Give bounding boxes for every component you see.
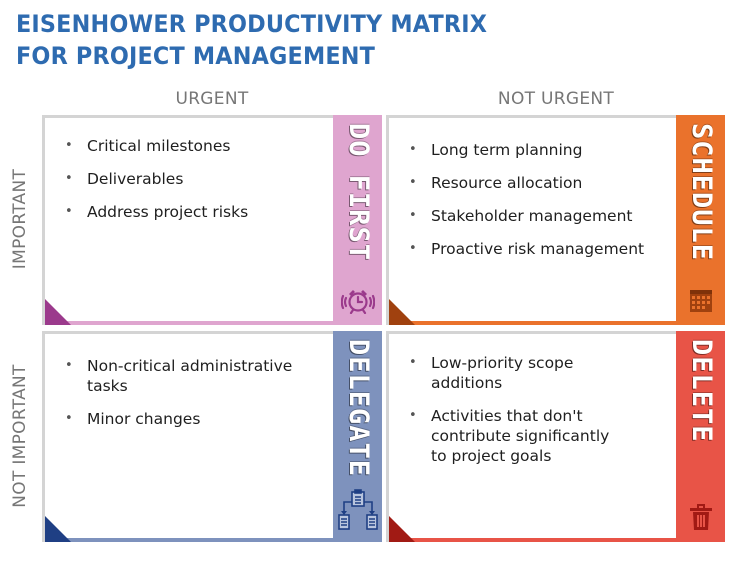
delete-label: DELETE: [685, 339, 717, 443]
delete-corner-accent: [389, 516, 415, 542]
schedule-sidebar: SCHEDULE: [676, 115, 725, 325]
delete-sidebar: DELETE: [676, 331, 725, 542]
delegate-label: DELEGATE: [342, 339, 374, 478]
delegate-bottom-bar: [45, 538, 382, 542]
list-item: Long term planning: [407, 140, 669, 160]
title-line-1: EISENHOWER PRODUCTIVITY MATRIX: [16, 10, 488, 38]
list-item: Minor changes: [63, 409, 326, 429]
list-item: Proactive risk management: [407, 239, 669, 259]
list-item: Non-critical administrative tasks: [63, 356, 326, 396]
do-first-label: DO FIRST: [342, 123, 374, 262]
list-item: Activities that don't contribute signifi…: [407, 406, 639, 466]
delegate-sidebar: DELEGATE: [333, 331, 382, 542]
list-item: Address project risks: [63, 202, 326, 222]
do-first-sidebar: DO FIRST: [333, 115, 382, 325]
delegate-corner-accent: [45, 516, 71, 542]
schedule-bottom-bar: [389, 321, 725, 325]
trash-icon: [689, 504, 712, 535]
schedule-label: SCHEDULE: [685, 123, 717, 262]
alarm-clock-icon: [340, 286, 375, 319]
quadrant-do-first: Critical milestones Deliverables Address…: [42, 115, 382, 325]
delete-list: Low-priority scope additions Activities …: [407, 353, 639, 479]
quadrant-schedule: Long term planning Resource allocation S…: [386, 115, 725, 325]
delete-bottom-bar: [389, 538, 725, 542]
column-label-not-urgent: NOT URGENT: [497, 89, 615, 109]
quadrant-delete: Low-priority scope additions Activities …: [386, 331, 725, 542]
schedule-corner-accent: [389, 299, 415, 325]
list-item: Deliverables: [63, 169, 326, 189]
list-item: Low-priority scope additions: [407, 353, 639, 393]
do-first-list: Critical milestones Deliverables Address…: [63, 136, 326, 235]
quadrant-delegate: Non-critical administrative tasks Minor …: [42, 331, 382, 542]
list-item: Resource allocation: [407, 173, 669, 193]
list-item: Critical milestones: [63, 136, 326, 156]
list-item: Stakeholder management: [407, 206, 669, 226]
schedule-list: Long term planning Resource allocation S…: [407, 140, 669, 272]
title-line-2: FOR PROJECT MANAGEMENT: [16, 42, 376, 70]
page-title: EISENHOWER PRODUCTIVITY MATRIX FOR PROJE…: [16, 8, 487, 72]
do-first-corner-accent: [45, 299, 71, 325]
delegate-hierarchy-icon: [337, 489, 378, 536]
column-label-urgent: URGENT: [175, 89, 249, 109]
calendar-icon: [689, 290, 712, 317]
do-first-bottom-bar: [45, 321, 382, 325]
delegate-list: Non-critical administrative tasks Minor …: [63, 356, 326, 442]
